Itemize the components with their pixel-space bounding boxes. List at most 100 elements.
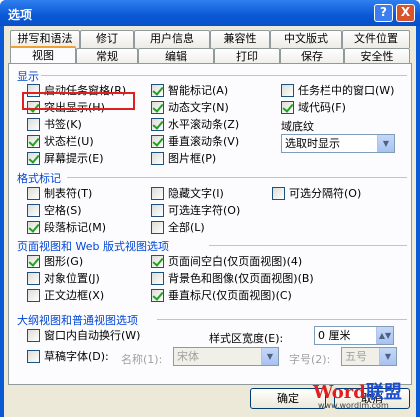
checkbox-box[interactable] [281, 101, 294, 114]
checkbox-label: 智能标记(A) [168, 84, 229, 97]
checkbox-box[interactable] [151, 204, 164, 217]
checkbox-optional-breaks[interactable]: 可选分隔符(O) [272, 187, 361, 201]
divider [157, 319, 407, 320]
checkbox-status-bar[interactable]: 状态栏(U) [27, 135, 94, 149]
outline-view-header: 大纲视图和普通视图选项 [17, 314, 138, 327]
dialog-title: 选项 [8, 8, 33, 22]
divider [209, 245, 407, 246]
checkbox-box[interactable] [27, 329, 40, 342]
checkbox-box[interactable] [151, 84, 164, 97]
select-value: 五号 [345, 350, 367, 363]
checkbox-box[interactable] [151, 272, 164, 285]
divider [41, 75, 407, 76]
checkbox-draft-font[interactable]: 草稿字体(D): [27, 350, 109, 364]
tab-file-locations[interactable]: 文件位置 [342, 30, 410, 48]
checkbox-box[interactable] [281, 84, 294, 97]
tab-chinese-layout[interactable]: 中文版式 [270, 30, 342, 48]
checkbox-label: 动态文字(N) [168, 101, 229, 114]
tab-compatibility[interactable]: 兼容性 [210, 30, 270, 48]
chevron-down-icon[interactable]: ▼ [261, 348, 278, 365]
checkbox-box[interactable] [151, 135, 164, 148]
checkbox-label: 屏幕提示(E) [44, 152, 104, 165]
checkbox-screentips[interactable]: 屏幕提示(E) [27, 152, 104, 166]
watermark-brand-cn: 联盟 [365, 382, 402, 403]
tab-revisions[interactable]: 修订 [80, 30, 134, 48]
checkbox-label: 垂直标尺(仅页面视图)(C) [168, 289, 292, 302]
field-shading-label: 域底纹 [281, 120, 314, 133]
checkbox-box[interactable] [151, 255, 164, 268]
checkbox-wrap-to-window[interactable]: 窗口内自动换行(W) [27, 329, 140, 343]
checkbox-box[interactable] [27, 187, 40, 200]
checkbox-animated-text[interactable]: 动态文字(N) [151, 101, 229, 115]
checkbox-box[interactable] [27, 135, 40, 148]
checkbox-tab-characters[interactable]: 制表符(T) [27, 187, 92, 201]
checkbox-text-boundaries[interactable]: 正文边框(X) [27, 289, 104, 303]
checkbox-vertical-ruler[interactable]: 垂直标尺(仅页面视图)(C) [151, 289, 292, 303]
checkbox-label: 状态栏(U) [44, 135, 94, 148]
checkbox-box[interactable] [151, 118, 164, 131]
checkbox-background-colors[interactable]: 背景色和图像(仅页面视图)(B) [151, 272, 314, 286]
font-name-select[interactable]: 宋体 ▼ [173, 347, 279, 366]
checkbox-label: 背景色和图像(仅页面视图)(B) [168, 272, 314, 285]
checkbox-picture-placeholders[interactable]: 图片框(P) [151, 152, 216, 166]
tab-user-info[interactable]: 用户信息 [134, 30, 210, 48]
style-area-width-input[interactable]: 0 厘米 ▲▼ [314, 326, 394, 345]
title-bar: 选项 [0, 0, 420, 26]
checkbox-drawings[interactable]: 图形(G) [27, 255, 83, 269]
close-button[interactable]: X [396, 4, 415, 22]
checkbox-box[interactable] [151, 187, 164, 200]
checkbox-smart-tags[interactable]: 智能标记(A) [151, 84, 228, 98]
checkbox-box[interactable] [272, 187, 285, 200]
checkbox-object-anchors[interactable]: 对象位置(J) [27, 272, 100, 286]
checkbox-label: 正文边框(X) [44, 289, 105, 302]
checkbox-label: 图形(G) [44, 255, 84, 268]
checkbox-field-codes[interactable]: 域代码(F) [281, 101, 346, 115]
checkbox-box[interactable] [151, 152, 164, 165]
spinner-icon[interactable]: ▲▼ [376, 327, 393, 344]
checkbox-vertical-scrollbar[interactable]: 垂直滚动条(V) [151, 135, 239, 149]
checkbox-box[interactable] [151, 289, 164, 302]
checkbox-box[interactable] [27, 204, 40, 217]
checkbox-label: 可选连字符(O) [168, 204, 241, 217]
chevron-down-icon[interactable]: ▼ [377, 135, 394, 152]
help-button[interactable]: ? [374, 4, 393, 22]
input-value: 0 厘米 [318, 329, 351, 342]
checkbox-box[interactable] [27, 350, 40, 363]
checkbox-label: 对象位置(J) [44, 272, 100, 285]
checkbox-label: 书签(K) [44, 118, 82, 131]
chevron-down-icon[interactable]: ▼ [379, 348, 396, 365]
checkbox-optional-hyphens[interactable]: 可选连字符(O) [151, 204, 240, 218]
checkbox-box[interactable] [27, 255, 40, 268]
checkbox-horizontal-scrollbar[interactable]: 水平滚动条(Z) [151, 118, 239, 132]
checkbox-box[interactable] [27, 118, 40, 131]
watermark-url: www.wordlm.com [318, 401, 389, 410]
checkbox-spaces[interactable]: 空格(S) [27, 204, 82, 218]
checkbox-box[interactable] [27, 221, 40, 234]
checkbox-label: 全部(L) [168, 221, 205, 234]
checkbox-label: 窗口内自动换行(W) [44, 329, 141, 342]
checkbox-box[interactable] [27, 289, 40, 302]
checkbox-box[interactable] [151, 101, 164, 114]
checkbox-box[interactable] [27, 152, 40, 165]
checkbox-label: 水平滚动条(Z) [168, 118, 240, 131]
dialog-client: 拼写和语法 修订 用户信息 兼容性 中文版式 文件位置 视图 常规 编辑 打印 … [4, 26, 416, 417]
checkbox-bookmarks[interactable]: 书签(K) [27, 118, 82, 132]
font-name-label: 名称(1): [121, 353, 163, 366]
checkbox-label: 空格(S) [44, 204, 82, 217]
checkbox-white-space-between-pages[interactable]: 页面间空白(仅页面视图)(4) [151, 255, 302, 269]
highlight-frame [22, 92, 135, 110]
checkbox-label: 制表符(T) [44, 187, 93, 200]
checkbox-hidden-text[interactable]: 隐藏文字(I) [151, 187, 224, 201]
font-size-select[interactable]: 五号 ▼ [341, 347, 397, 366]
checkbox-all-marks[interactable]: 全部(L) [151, 221, 205, 235]
checkbox-label: 草稿字体(D): [44, 350, 109, 363]
checkbox-label: 垂直滚动条(V) [168, 135, 240, 148]
select-value: 选取时显示 [285, 137, 340, 150]
checkbox-paragraph-marks[interactable]: 段落标记(M) [27, 221, 106, 235]
field-shading-select[interactable]: 选取时显示 ▼ [281, 134, 395, 153]
checkbox-box[interactable] [151, 221, 164, 234]
checkbox-windows-in-taskbar[interactable]: 任务栏中的窗口(W) [281, 84, 394, 98]
options-dialog: 选项 ? X 拼写和语法 修订 用户信息 兼容性 中文版式 文件位置 视图 常规… [0, 0, 420, 417]
checkbox-box[interactable] [27, 272, 40, 285]
checkbox-label: 隐藏文字(I) [168, 187, 224, 200]
